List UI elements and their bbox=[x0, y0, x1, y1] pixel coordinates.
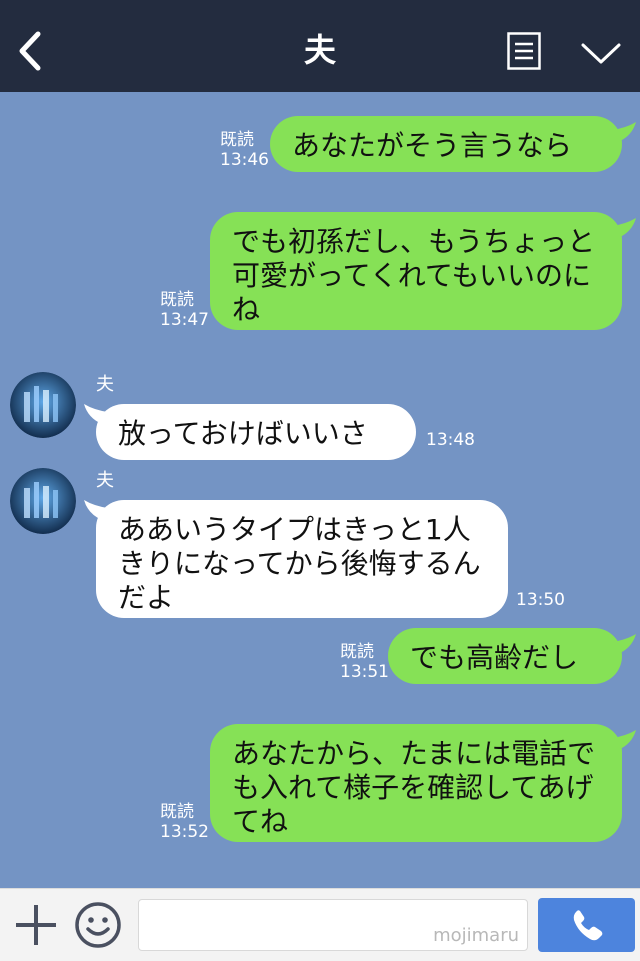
chevron-down-icon bbox=[581, 43, 621, 64]
message-bubble-incoming[interactable]: ああいうタイプはきっと1人きりになってから後悔するんだよ bbox=[96, 500, 508, 618]
smiley-icon bbox=[75, 902, 121, 948]
bubble-tail bbox=[84, 404, 108, 424]
message-text: 放っておけばいいさ bbox=[118, 417, 368, 450]
avatar[interactable] bbox=[10, 468, 76, 534]
add-button[interactable] bbox=[14, 903, 58, 947]
bubble-tail bbox=[612, 730, 636, 750]
message-bubble-outgoing[interactable]: あなたがそう言うなら bbox=[270, 116, 622, 172]
plus-icon bbox=[16, 905, 56, 945]
message-bubble-incoming[interactable]: 放っておけばいいさ bbox=[96, 404, 416, 460]
message-text: でも高齢だし bbox=[410, 641, 579, 674]
read-status: 既読 13:47 bbox=[160, 290, 209, 330]
phone-icon bbox=[573, 910, 603, 941]
notes-button[interactable] bbox=[507, 32, 541, 70]
avatar-image bbox=[10, 372, 76, 438]
bubble-tail bbox=[612, 218, 636, 238]
read-status: 既読 13:51 bbox=[340, 642, 389, 682]
sender-name: 夫 bbox=[96, 470, 114, 491]
read-status: 既読 13:46 bbox=[220, 130, 269, 170]
avatar[interactable] bbox=[10, 372, 76, 438]
message-text: あなたがそう言うなら bbox=[292, 129, 573, 162]
message-time: 13:48 bbox=[426, 430, 475, 450]
message-time: 13:50 bbox=[516, 590, 565, 610]
sticker-button[interactable] bbox=[74, 901, 122, 949]
message-input[interactable]: mojimaru bbox=[138, 899, 528, 951]
bubble-tail bbox=[612, 122, 636, 142]
watermark: mojimaru bbox=[433, 925, 519, 946]
avatar-image bbox=[10, 468, 76, 534]
chat-header: 夫 bbox=[0, 0, 640, 92]
message-text: でも初孫だし、もうちょっと可愛がってくれてもいいのにね bbox=[232, 225, 596, 326]
bubble-tail bbox=[612, 634, 636, 654]
sender-name: 夫 bbox=[96, 374, 114, 395]
message-list[interactable]: 既読 13:46 あなたがそう言うなら 既読 13:47 でも初孫だし、もうちょ… bbox=[0, 92, 640, 888]
message-bubble-outgoing[interactable]: でも初孫だし、もうちょっと可愛がってくれてもいいのにね bbox=[210, 212, 622, 330]
call-button[interactable] bbox=[538, 898, 635, 952]
bubble-tail bbox=[84, 500, 108, 520]
menu-toggle-button[interactable] bbox=[580, 40, 622, 68]
input-bar: mojimaru bbox=[0, 888, 640, 961]
message-bubble-outgoing[interactable]: あなたから、たまには電話でも入れて様子を確認してあげてね bbox=[210, 724, 622, 842]
message-bubble-outgoing[interactable]: でも高齢だし bbox=[388, 628, 622, 684]
read-status: 既読 13:52 bbox=[160, 802, 209, 842]
message-text: ああいうタイプはきっと1人きりになってから後悔するんだよ bbox=[118, 513, 481, 614]
chat-title: 夫 bbox=[303, 31, 336, 69]
message-text: あなたから、たまには電話でも入れて様子を確認してあげてね bbox=[232, 737, 596, 838]
list-icon bbox=[507, 32, 541, 70]
